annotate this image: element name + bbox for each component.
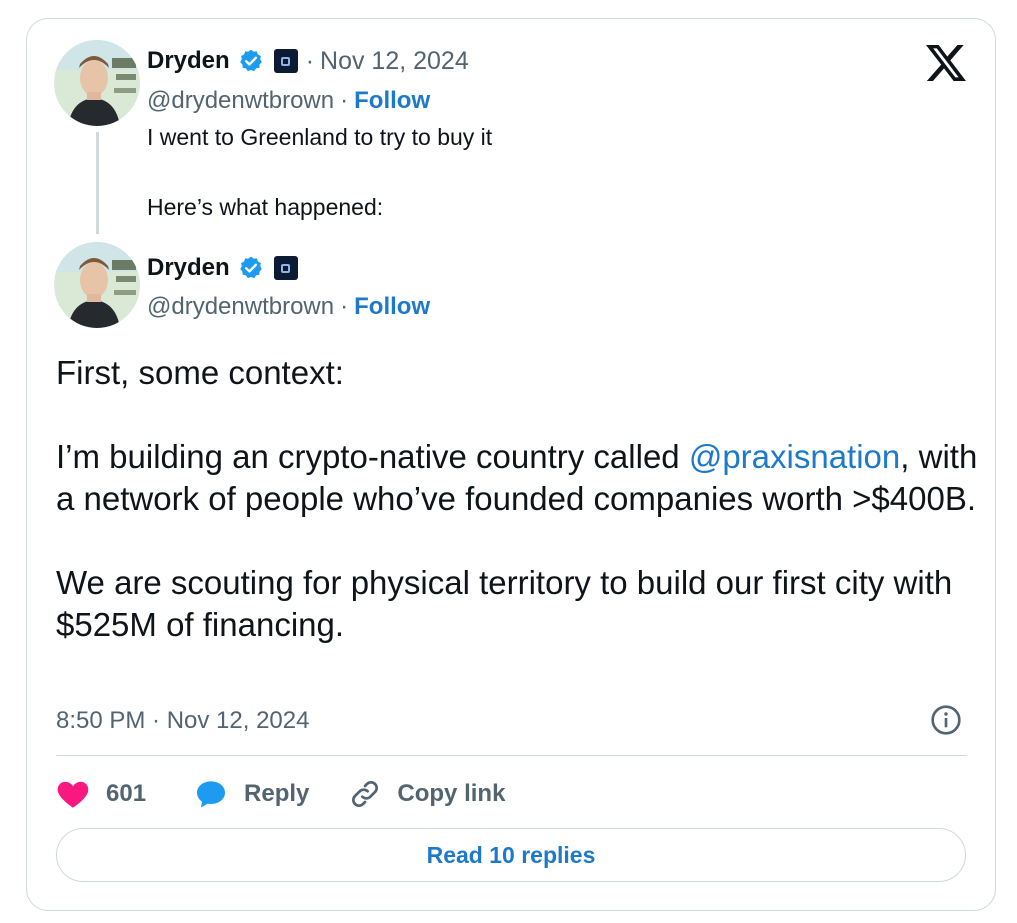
copy-link-button[interactable]: Copy link: [349, 778, 505, 810]
handle-row: @drydenwtbrown · Follow: [147, 86, 430, 116]
follow-button[interactable]: Follow: [354, 87, 430, 115]
author-handle[interactable]: @drydenwtbrown: [147, 87, 334, 115]
verified-badge-icon: [239, 256, 262, 279]
author-name[interactable]: Dryden: [147, 47, 230, 75]
affiliate-badge-icon: [273, 49, 298, 73]
tweet-timestamp[interactable]: 8:50 PM · Nov 12, 2024: [56, 704, 309, 738]
like-button[interactable]: 601: [56, 779, 146, 809]
tweet-body: First, some context: I’m building an cry…: [56, 352, 986, 646]
action-bar: 601 Reply Copy link: [56, 775, 549, 813]
avatar[interactable]: [54, 242, 140, 328]
tweet-paragraph: I’m building an crypto-native country ca…: [56, 436, 986, 520]
like-count: 601: [106, 780, 147, 807]
separator: ·: [340, 87, 349, 114]
author-name[interactable]: Dryden: [147, 254, 230, 282]
info-icon[interactable]: [930, 704, 962, 736]
thread-connector-line: [96, 132, 99, 234]
author-row: Dryden · Nov 12, 2024: [147, 45, 469, 77]
author-handle[interactable]: @drydenwtbrown: [147, 293, 334, 321]
read-replies-button[interactable]: Read 10 replies: [56, 828, 966, 882]
mention-link[interactable]: @praxisnation: [689, 438, 900, 475]
heart-icon: [57, 781, 89, 808]
link-icon: [352, 781, 379, 807]
handle-row: @drydenwtbrown · Follow: [147, 292, 430, 322]
tweet-date[interactable]: Nov 12, 2024: [320, 47, 469, 76]
avatar[interactable]: [54, 40, 140, 126]
follow-button[interactable]: Follow: [354, 293, 430, 321]
author-row: Dryden: [147, 252, 298, 284]
reply-button[interactable]: Reply: [194, 778, 309, 810]
tweet-text: I went to Greenland to try to buy it Her…: [147, 124, 493, 220]
verified-badge-icon: [239, 49, 262, 72]
separator: ·: [340, 293, 349, 320]
tweet-paragraph: We are scouting for physical territory t…: [56, 564, 953, 643]
divider: [56, 755, 967, 756]
tweet-text-segment: I’m building an crypto-native country ca…: [56, 438, 689, 475]
x-logo-icon[interactable]: [925, 43, 967, 83]
separator: ·: [305, 46, 315, 75]
reply-bubble-icon: [197, 781, 226, 808]
copy-link-label: Copy link: [397, 780, 506, 807]
reply-label: Reply: [244, 780, 310, 807]
tweet-paragraph: First, some context:: [56, 354, 344, 391]
affiliate-badge-icon: [273, 256, 298, 280]
